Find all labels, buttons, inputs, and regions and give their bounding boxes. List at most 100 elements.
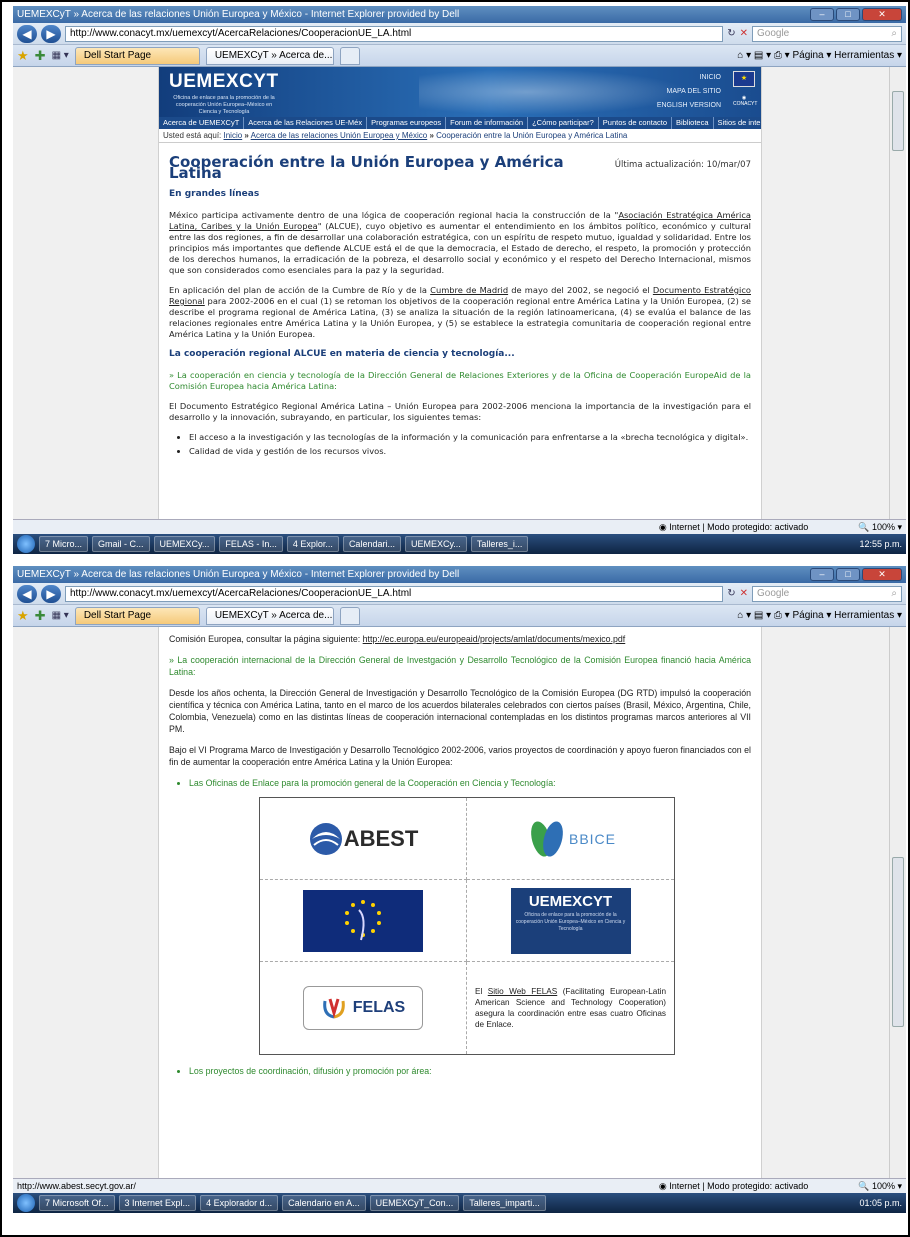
link-english[interactable]: ENGLISH VERSION (657, 99, 721, 113)
vertical-scrollbar[interactable] (889, 627, 906, 1178)
link-mapa-sitio[interactable]: MAPA DEL SITIO (657, 85, 721, 99)
favorites-star-icon[interactable]: ★ (17, 48, 29, 64)
menu-como-participar[interactable]: ¿Cómo participar? (528, 117, 599, 129)
search-icon[interactable]: ⌕ (891, 588, 897, 600)
scrollbar-thumb[interactable] (892, 857, 904, 1027)
browser-window-bottom: UEMEXCyT » Acerca de las relaciones Unió… (13, 566, 906, 1233)
eu-flag-icon: ★ (733, 71, 755, 87)
stop-icon[interactable]: ✕ (740, 28, 748, 39)
back-button[interactable]: ◀ (17, 584, 37, 603)
breadcrumb-inicio[interactable]: Inicio (224, 131, 243, 140)
logo-cell-abest[interactable]: ABEST (260, 798, 467, 880)
last-updated: Última actualización: 10/mar/07 (614, 160, 751, 170)
logo-cell-felas[interactable]: FELAS (260, 962, 467, 1054)
forward-button[interactable]: ▶ (41, 24, 61, 43)
logo-cell-bbice[interactable]: BBICE (467, 798, 674, 880)
taskbar-item[interactable]: Gmail - C... (92, 536, 150, 552)
zoom-level[interactable]: 🔍 100% ▾ (858, 522, 902, 533)
new-tab-button[interactable] (339, 606, 360, 625)
site-menu: Acerca de UEMEXCyT Acerca de las Relacio… (159, 117, 761, 129)
menu-acerca-uemexcyt[interactable]: Acerca de UEMEXCyT (159, 117, 245, 129)
taskbar-item[interactable]: 4 Explorador d... (200, 1195, 279, 1211)
green-subheading-2: » La cooperación internacional de la Dir… (169, 655, 751, 677)
tab-uemexcyt[interactable]: UEMEXCyT » Acerca de... (205, 606, 334, 625)
link-europeaid-pdf[interactable]: http://ec.europa.eu/europeaid/projects/a… (363, 634, 626, 644)
minimize-button[interactable]: – (810, 568, 834, 581)
vertical-scrollbar[interactable] (889, 67, 906, 519)
status-link-url: http://www.abest.secyt.gov.ar/ (17, 1181, 136, 1191)
favorites-star-icon[interactable]: ★ (17, 608, 29, 624)
quick-tabs-icon[interactable]: ▦ ▾ (52, 50, 69, 61)
taskbar-item[interactable]: Talleres_i... (470, 536, 529, 552)
taskbar: 7 Micro... Gmail - C... UEMEXCy... FELAS… (13, 534, 906, 554)
offices-list: Las Oficinas de Enlace para la promoción… (189, 777, 751, 789)
close-button[interactable]: ✕ (862, 8, 902, 21)
add-favorites-icon[interactable]: ✚ (35, 48, 46, 64)
new-tab-button[interactable] (339, 46, 360, 65)
window-controls: – □ ✕ (810, 8, 902, 21)
tab-dell-start[interactable]: Dell Start Page (74, 46, 200, 65)
menu-programas[interactable]: Programas europeos (367, 117, 447, 129)
taskbar-item[interactable]: Talleres_imparti... (463, 1195, 546, 1211)
forward-button[interactable]: ▶ (41, 584, 61, 603)
taskbar-item[interactable]: 7 Micro... (39, 536, 89, 552)
taskbar-item[interactable]: UEMEXCy... (404, 536, 467, 552)
heading-alcue: La cooperación regional ALCUE en materia… (169, 349, 515, 359)
window-title: UEMEXCyT » Acerca de las relaciones Unió… (17, 569, 460, 580)
menu-biblioteca[interactable]: Biblioteca (672, 117, 714, 129)
logo-cell-eu[interactable] (260, 880, 467, 962)
zoom-level[interactable]: 🔍 100% ▾ (858, 1181, 902, 1192)
breadcrumb-relaciones[interactable]: Acerca de las relaciones Unión Europea y… (251, 131, 428, 140)
taskbar: 7 Microsoft Of... 3 Internet Expl... 4 E… (13, 1193, 906, 1213)
start-button[interactable] (17, 535, 35, 553)
taskbar-item[interactable]: 3 Internet Expl... (118, 1195, 197, 1211)
command-bar-tools[interactable]: ⌂ ▾ ▤ ▾ ⎙ ▾ Página ▾ Herramientas ▾ (737, 50, 902, 61)
taskbar-item[interactable]: UEMEXCyT_Con... (369, 1195, 460, 1211)
menu-forum[interactable]: Forum de información (446, 117, 529, 129)
address-bar: ◀ ▶ http://www.conacyt.mx/uemexcyt/Acerc… (13, 23, 906, 45)
url-field[interactable]: http://www.conacyt.mx/uemexcyt/AcercaRel… (65, 585, 724, 602)
start-button[interactable] (17, 1194, 35, 1212)
refresh-icon[interactable]: ↻ (727, 28, 735, 39)
quick-tabs-icon[interactable]: ▦ ▾ (52, 610, 69, 621)
logo-cell-uemexcyt[interactable]: UEMEXCYT Oficina de enlace para la promo… (467, 880, 674, 962)
close-button[interactable]: ✕ (862, 568, 902, 581)
security-zone: ◉ Internet | Modo protegido: activado (658, 1180, 809, 1191)
title-bar: UEMEXCyT » Acerca de las relaciones Unió… (13, 6, 906, 23)
taskbar-item[interactable]: 7 Microsoft Of... (39, 1195, 115, 1211)
paragraph-3: El Documento Estratégico Regional Améric… (169, 401, 751, 422)
system-clock[interactable]: 01:05 p.m. (859, 1198, 902, 1208)
menu-acerca-relaciones[interactable]: Acerca de las Relaciones UE-Méx (244, 117, 368, 129)
menu-puntos-contacto[interactable]: Puntos de contacto (599, 117, 672, 129)
system-clock[interactable]: 12:55 p.m. (859, 539, 902, 549)
web-page: UEMEXCYT Oficina de enlace para la promo… (158, 67, 762, 519)
tab-bar: ★ ✚ ▦ ▾ Dell Start Page UEMEXCyT » Acerc… (13, 45, 906, 67)
felas-description: El Sitio Web FELAS (Facilitating Europea… (475, 987, 667, 1029)
search-input[interactable]: Google ⌕ (752, 25, 902, 42)
link-inicio[interactable]: INICIO (657, 71, 721, 85)
status-bar: ◉ Internet | Modo protegido: activado 🔍 … (13, 519, 906, 534)
scrollbar-thumb[interactable] (892, 91, 904, 151)
maximize-button[interactable]: □ (836, 568, 860, 581)
refresh-icon[interactable]: ↻ (727, 588, 735, 599)
maximize-button[interactable]: □ (836, 8, 860, 21)
link-sitio-felas[interactable]: Sitio Web FELAS (488, 987, 557, 996)
search-input[interactable]: Google ⌕ (752, 585, 902, 602)
add-favorites-icon[interactable]: ✚ (35, 608, 46, 624)
stop-icon[interactable]: ✕ (740, 588, 748, 599)
tab-uemexcyt[interactable]: UEMEXCyT » Acerca de... (205, 46, 334, 65)
menu-sitios[interactable]: Sitios de interés (714, 117, 761, 129)
link-cumbre-madrid[interactable]: Cumbre de Madrid (430, 285, 508, 295)
command-bar-tools[interactable]: ⌂ ▾ ▤ ▾ ⎙ ▾ Página ▾ Herramientas ▾ (737, 610, 902, 621)
search-icon[interactable]: ⌕ (891, 28, 897, 40)
tab-dell-start[interactable]: Dell Start Page (74, 606, 200, 625)
taskbar-item[interactable]: Calendario en A... (282, 1195, 366, 1211)
taskbar-item[interactable]: UEMEXCy... (153, 536, 216, 552)
site-logo[interactable]: UEMEXCYT (169, 71, 279, 93)
minimize-button[interactable]: – (810, 8, 834, 21)
taskbar-item[interactable]: FELAS - In... (219, 536, 283, 552)
back-button[interactable]: ◀ (17, 24, 37, 43)
taskbar-item[interactable]: 4 Explor... (286, 536, 339, 552)
url-field[interactable]: http://www.conacyt.mx/uemexcyt/AcercaRel… (65, 25, 724, 42)
taskbar-item[interactable]: Calendari... (342, 536, 401, 552)
